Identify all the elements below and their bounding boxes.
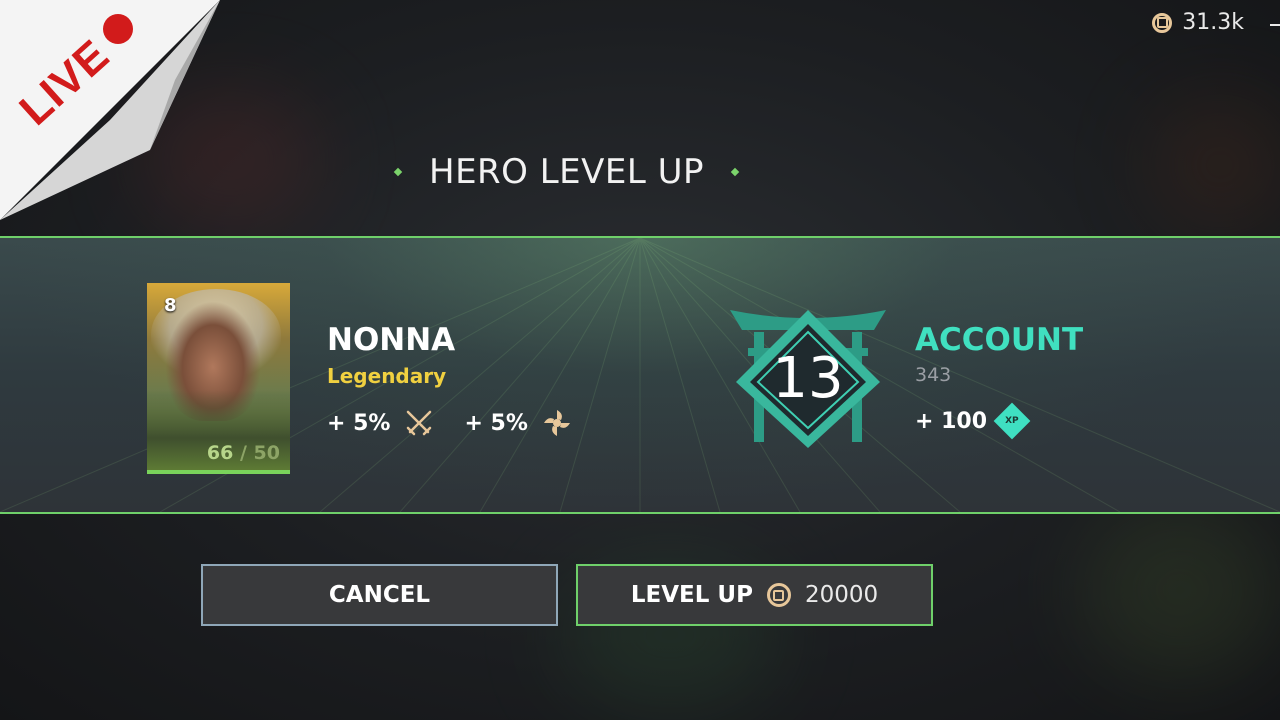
account-level: 13 [772, 346, 844, 411]
live-dot-icon [103, 14, 133, 44]
xp-gain-value: + 100 [915, 408, 988, 434]
hero-rarity: Legendary [327, 364, 447, 388]
vortex-icon [543, 410, 570, 436]
hero-portrait-card[interactable]: 8 66 / 50 [147, 283, 290, 474]
background-bokeh [1150, 100, 1280, 230]
level-up-cost: 20000 [804, 582, 879, 608]
hero-level-current: 66 [206, 442, 234, 464]
currency-display: 31.3k [1152, 10, 1244, 35]
page-title: HERO LEVEL UP [429, 152, 705, 192]
background-bokeh [1080, 500, 1280, 680]
account-level-badge: 13 [724, 302, 892, 452]
cancel-button-label: CANCEL [328, 582, 431, 608]
hero-rank: 8 [164, 295, 177, 316]
live-badge: LIVE [0, 0, 230, 230]
attack-bonus: + 5% [327, 410, 391, 436]
hero-level-separator: / [233, 442, 254, 464]
diamond-icon [730, 167, 740, 177]
currency-value: 31.3k [1182, 10, 1244, 35]
level-up-button-label: LEVEL UP [630, 582, 753, 608]
account-label: ACCOUNT [915, 322, 1084, 358]
level-up-button[interactable]: LEVEL UP 20000 [576, 564, 933, 626]
xp-icon: XP [993, 402, 1031, 440]
account-xp-gain: + 100 XP [915, 402, 1031, 440]
xp-icon-label: XP [1005, 415, 1019, 426]
coin-icon [766, 583, 791, 607]
diamond-icon [393, 167, 403, 177]
hero-level: 66 / 50 [207, 442, 280, 464]
account-xp-total: 343 [915, 364, 952, 386]
hero-name: NONNA [327, 322, 456, 358]
skill-bonus: + 5% [464, 410, 528, 436]
cancel-button[interactable]: CANCEL [201, 564, 558, 626]
hero-level-cap: 50 [253, 442, 280, 464]
hero-bonuses: + 5% + 5% [327, 408, 588, 438]
coin-icon [1152, 12, 1173, 33]
title-row: HERO LEVEL UP [393, 152, 740, 192]
swords-icon [407, 410, 432, 436]
menu-dash-icon[interactable] [1270, 24, 1280, 26]
